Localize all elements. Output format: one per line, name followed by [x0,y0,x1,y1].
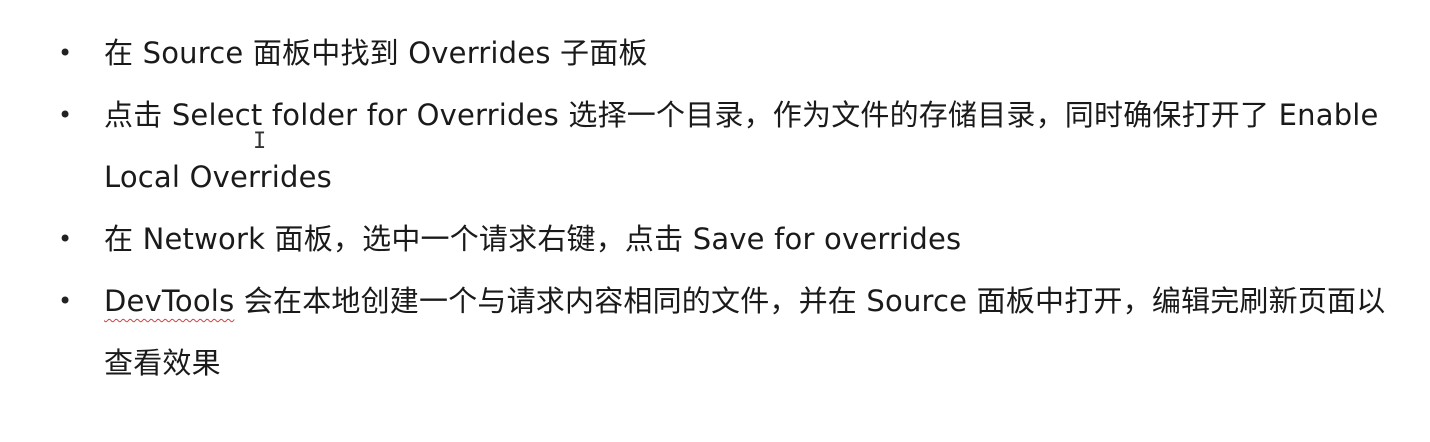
text-cursor-icon: I [253,129,267,154]
bullet-list: • 在 Source 面板中找到 Overrides 子面板 • 点击 Sele… [58,22,1398,394]
bullet-text: 在 Network 面板，选中一个请求右键，点击 Save for overri… [104,222,962,256]
bullet-item-4: • DevTools 会在本地创建一个与请求内容相同的文件，并在 Source … [58,270,1398,394]
bullet-text: 会在本地创建一个与请求内容相同的文件，并在 Source 面板中打开，编辑完刷新… [104,284,1386,380]
slide: • 在 Source 面板中找到 Overrides 子面板 • 点击 Sele… [0,0,1430,442]
bullet-dot-icon: • [58,39,73,67]
bullet-item-3: • 在 Network 面板，选中一个请求右键，点击 Save for over… [58,208,1398,270]
bullet-dot-icon: • [58,225,73,253]
bullet-item-1: • 在 Source 面板中找到 Overrides 子面板 [58,22,1398,84]
devtools-word: DevTools [104,284,235,318]
bullet-text: 点击 Select folder for Overrides 选择一个目录，作为… [104,98,1379,194]
bullet-dot-icon: • [58,287,73,315]
bullet-text: 在 Source 面板中找到 Overrides 子面板 [104,36,648,70]
bullet-dot-icon: • [58,101,73,129]
